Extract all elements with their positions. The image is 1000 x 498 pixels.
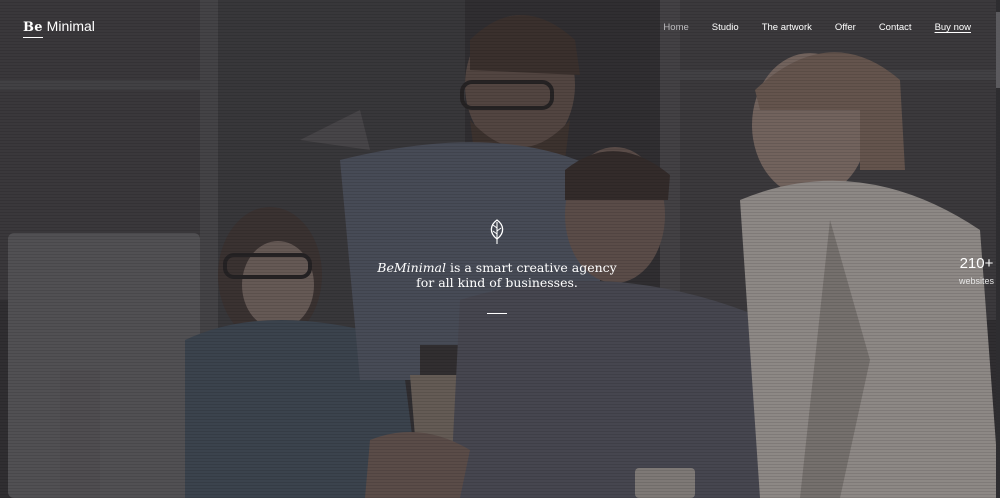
dark-overlay: [0, 0, 1000, 498]
site-logo[interactable]: Be Minimal: [23, 18, 95, 38]
websites-counter: 210+ websites: [959, 255, 994, 287]
nav-the-artwork[interactable]: The artwork: [762, 22, 812, 34]
nav-contact[interactable]: Contact: [879, 22, 912, 34]
nav-offer[interactable]: Offer: [835, 22, 856, 34]
hero-tagline: BeMinimal is a smart creative agency for…: [330, 260, 664, 290]
main-nav: Home Studio The artwork Offer Contact Bu…: [640, 22, 971, 34]
leaf-icon: [490, 219, 504, 244]
nav-home[interactable]: Home: [663, 22, 688, 34]
nav-buy-now[interactable]: Buy now: [935, 22, 971, 34]
tagline-divider: [487, 313, 507, 314]
logo-text: Minimal: [46, 18, 95, 34]
tagline-line-2: for all kind of businesses.: [416, 275, 578, 290]
counter-label: websites: [958, 276, 994, 286]
counter-value: 210+: [959, 255, 994, 272]
tagline-brand: BeMinimal: [377, 260, 446, 275]
tagline-line-1-text: is a smart creative agency: [446, 260, 617, 275]
page-scrollbar[interactable]: [996, 0, 1000, 498]
nav-studio[interactable]: Studio: [712, 22, 739, 34]
hero-section: Be Minimal Home Studio The artwork Offer…: [0, 0, 1000, 498]
scrollbar-thumb[interactable]: [996, 12, 1000, 88]
tagline-line-1: BeMinimal is a smart creative agency: [330, 260, 664, 275]
logo-mark: Be: [23, 20, 43, 38]
